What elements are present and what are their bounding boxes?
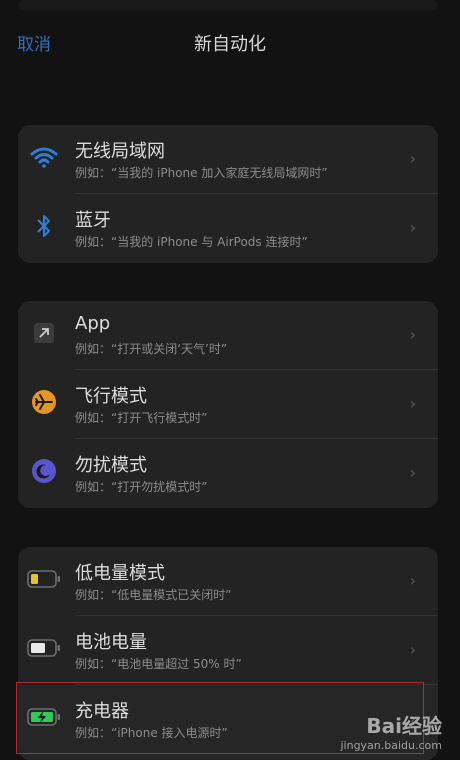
app-arrow-icon xyxy=(26,315,62,351)
item-example: 例如：“当我的 iPhone 加入家庭无线局域网时” xyxy=(75,166,328,180)
item-label: 飞行模式 xyxy=(75,386,147,407)
airplane-icon xyxy=(26,384,62,420)
watermark-url: jingyan.baidu.com xyxy=(340,739,442,752)
chevron-right-icon: › xyxy=(409,571,416,590)
watermark-brand: Bai经验 xyxy=(366,714,442,738)
item-example: 例如：“打开飞行模式时” xyxy=(75,411,208,425)
page-title: 新自动化 xyxy=(194,34,266,55)
list-item-battery-level[interactable]: 电池电量 例如：“电池电量超过 50% 时” › xyxy=(18,616,438,685)
item-label: 无线局域网 xyxy=(75,141,165,162)
item-label: 蓝牙 xyxy=(75,210,111,231)
list-item-app[interactable]: App 例如：“打开或关闭‘天气’时” › xyxy=(18,301,438,370)
wifi-icon xyxy=(26,139,62,175)
list-item-bluetooth[interactable]: 蓝牙 例如：“当我的 iPhone 与 AirPods 连接时” › xyxy=(18,194,438,263)
item-label: 电池电量 xyxy=(75,632,147,653)
chevron-right-icon: › xyxy=(409,640,416,659)
battery-low-icon xyxy=(26,561,62,597)
item-example: 例如：“当我的 iPhone 与 AirPods 连接时” xyxy=(75,235,308,249)
item-label: 低电量模式 xyxy=(75,563,165,584)
item-label: 充电器 xyxy=(75,701,129,722)
list-item-low-power-mode[interactable]: 低电量模式 例如：“低电量模式已关闭时” › xyxy=(18,547,438,616)
item-label: 勿扰模式 xyxy=(75,455,147,476)
watermark: Bai经验 jingyan.baidu.com xyxy=(340,710,442,752)
item-example: 例如：“打开勿扰模式时” xyxy=(75,480,208,494)
nav-header: 取消 新自动化 xyxy=(0,0,460,86)
chevron-right-icon: › xyxy=(409,394,416,413)
bluetooth-icon xyxy=(26,208,62,244)
chevron-right-icon: › xyxy=(409,218,416,237)
battery-charging-icon xyxy=(26,699,62,735)
moon-icon xyxy=(26,453,62,489)
section-connectivity: 无线局域网 例如：“当我的 iPhone 加入家庭无线局域网时” › 蓝牙 例如… xyxy=(18,125,438,263)
item-example: 例如：“打开或关闭‘天气’时” xyxy=(75,342,228,356)
list-item-wifi[interactable]: 无线局域网 例如：“当我的 iPhone 加入家庭无线局域网时” › xyxy=(18,125,438,194)
section-apps-modes: App 例如：“打开或关闭‘天气’时” › 飞行模式 例如：“打开飞行模式时” … xyxy=(18,301,438,508)
chevron-right-icon: › xyxy=(409,149,416,168)
list-item-do-not-disturb[interactable]: 勿扰模式 例如：“打开勿扰模式时” › xyxy=(18,439,438,508)
item-example: 例如：“低电量模式已关闭时” xyxy=(75,588,232,602)
chevron-right-icon: › xyxy=(409,463,416,482)
list-item-airplane-mode[interactable]: 飞行模式 例如：“打开飞行模式时” › xyxy=(18,370,438,439)
item-example: 例如：“电池电量超过 50% 时” xyxy=(75,657,242,671)
item-example: 例如：“iPhone 接入电源时” xyxy=(75,726,228,740)
battery-level-icon xyxy=(26,630,62,666)
chevron-right-icon: › xyxy=(409,325,416,344)
item-label: App xyxy=(75,313,111,334)
